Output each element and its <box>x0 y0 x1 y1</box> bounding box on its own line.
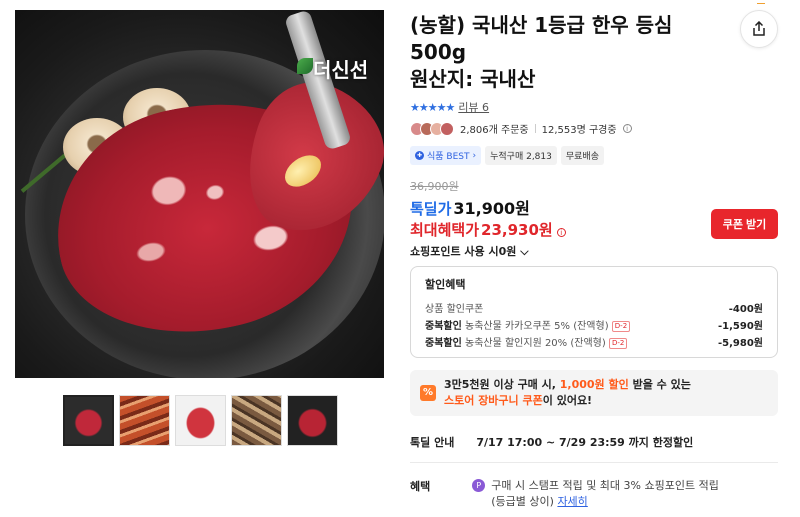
title-line-2: 500g <box>410 40 467 64</box>
discount-amount: -5,980원 <box>718 338 763 349</box>
info-icon[interactable]: i <box>622 124 632 133</box>
perk-text-2: (등급별 상이) <box>491 495 558 508</box>
discount-panel: 할인혜택 상품 할인쿠폰 -400원 중복할인 농축산물 카카오쿠폰 5% (잔… <box>410 266 778 358</box>
coupon-button[interactable]: 쿠폰 받기 <box>711 209 778 239</box>
d-day-badge: D-2 <box>611 320 631 332</box>
deal-info-period: 7/17 17:00 ~ 7/29 23:59 까지 한정할인 <box>476 436 694 449</box>
chevron-down-icon: ⌵ <box>520 245 529 258</box>
thumbnail-4[interactable] <box>231 395 282 446</box>
deal-price-label: 톡딜가 <box>410 200 452 218</box>
deal-info-row: 톡딜 안내 7/17 17:00 ~ 7/29 23:59 까지 한정할인 <box>410 434 693 450</box>
best-badge-label: 식품 BEST <box>427 152 470 162</box>
deal-price: 31,900원 <box>453 199 530 218</box>
viewer-count: 12,553명 구경중 <box>541 125 617 136</box>
info-icon[interactable]: i <box>556 228 566 237</box>
divider <box>534 124 536 133</box>
buyer-avatars <box>410 121 454 136</box>
avatar <box>440 121 454 136</box>
discount-amount: -1,590원 <box>718 321 763 332</box>
rating-stars-icon: ★★★★★ <box>410 100 455 114</box>
point-usage-label: 쇼핑포인트 사용 시0원 <box>410 245 517 258</box>
discount-row: 중복할인 농축산물 카카오쿠폰 5% (잔액형) D-2 -1,590원 <box>425 318 763 332</box>
brand-leaf-icon <box>297 58 313 74</box>
thumbnail-3[interactable] <box>175 395 226 446</box>
section-divider <box>410 462 778 463</box>
discount-row: 상품 할인쿠폰 -400원 <box>425 301 763 315</box>
benefit-price-label: 최대혜택가 <box>410 221 480 239</box>
point-icon: P <box>472 479 486 492</box>
deal-info-label: 톡딜 안내 <box>410 436 455 449</box>
perks-label: 혜택 <box>410 480 431 493</box>
original-price: 36,900원 <box>410 180 459 193</box>
perk-item: P 구매 시 스탬프 적립 및 최대 3% 쇼핑포인트 적립 (등급별 상이) … <box>472 478 719 510</box>
promo-line2-end: 이 있어요! <box>542 394 593 407</box>
thumbnail-5[interactable] <box>287 395 338 446</box>
perk-detail-link[interactable]: 자세히 <box>557 495 587 508</box>
order-count: 2,806개 주문중 <box>460 125 529 136</box>
share-button[interactable] <box>740 10 778 48</box>
point-usage-toggle[interactable]: 쇼핑포인트 사용 시0원 ⌵ <box>410 243 529 259</box>
rating-row: ★★★★★ 리뷰 6 <box>410 99 489 115</box>
perk-text: 구매 시 스탬프 적립 및 최대 3% 쇼핑포인트 적립 <box>491 479 719 492</box>
thumbnail-2[interactable] <box>119 395 170 446</box>
thumbnail-1[interactable] <box>63 395 114 446</box>
product-main-image[interactable]: 더신선 <box>15 10 384 378</box>
promo-line1: 3만5천원 이상 구매 시, <box>444 378 560 391</box>
best-icon: ✚ <box>415 151 424 160</box>
discount-label: 농축산물 카카오쿠폰 5% (잔액형) <box>461 321 609 332</box>
promo-line1-end: 받을 수 있는 <box>628 378 691 391</box>
discount-prefix: 중복할인 <box>425 321 462 332</box>
coupon-icon: % <box>420 385 436 401</box>
discount-row: 중복할인 농축산물 할인지원 20% (잔액형) D-2 -5,980원 <box>425 335 763 349</box>
badge-row: ✚ 식품 BEST › 누적구매 2,813 무료배송 <box>410 146 604 165</box>
thumbnail-strip <box>63 395 338 446</box>
d-day-badge: D-2 <box>608 337 628 349</box>
title-origin: 원산지: 국내산 <box>410 67 536 91</box>
share-indicator <box>757 0 765 4</box>
chevron-right-icon: › <box>472 150 477 161</box>
discount-title: 할인혜택 <box>425 278 466 291</box>
share-icon <box>753 21 765 36</box>
cumulative-badge: 누적구매 2,813 <box>485 146 557 165</box>
best-badge[interactable]: ✚ 식품 BEST › <box>410 146 482 165</box>
product-title: (농할) 국내산 1등급 한우 등심 500g 원산지: 국내산 <box>410 12 730 93</box>
discount-prefix: 중복할인 <box>425 338 462 349</box>
benefit-price: 23,930원 <box>481 221 553 239</box>
promo-highlight: 1,000원 할인 <box>559 378 629 391</box>
deal-price-row: 톡딜가 31,900원 <box>410 195 530 219</box>
perks-section: 혜택 P 구매 시 스탬프 적립 및 최대 3% 쇼핑포인트 적립 (등급별 상… <box>410 478 719 510</box>
brand-watermark: 더신선 <box>313 58 369 82</box>
review-link[interactable]: 리뷰 6 <box>458 99 489 115</box>
discount-label: 상품 할인쿠폰 <box>425 304 484 315</box>
benefit-price-row: 최대혜택가 23,930원 i <box>410 219 566 240</box>
title-line-1: (농할) 국내산 1등급 한우 등심 <box>410 13 673 37</box>
store-coupon-banner[interactable]: % 3만5천원 이상 구매 시, 1,000원 할인 받을 수 있는 스토어 장… <box>410 370 778 416</box>
activity-row: 2,806개 주문중 12,553명 구경중 i <box>410 121 632 136</box>
discount-label: 농축산물 할인지원 20% (잔액형) <box>461 338 606 349</box>
shipping-badge: 무료배송 <box>560 146 604 165</box>
promo-coupon-name: 스토어 장바구니 쿠폰 <box>444 394 543 407</box>
discount-amount: -400원 <box>728 304 763 315</box>
promo-text: 3만5천원 이상 구매 시, 1,000원 할인 받을 수 있는 스토어 장바구… <box>444 377 691 409</box>
